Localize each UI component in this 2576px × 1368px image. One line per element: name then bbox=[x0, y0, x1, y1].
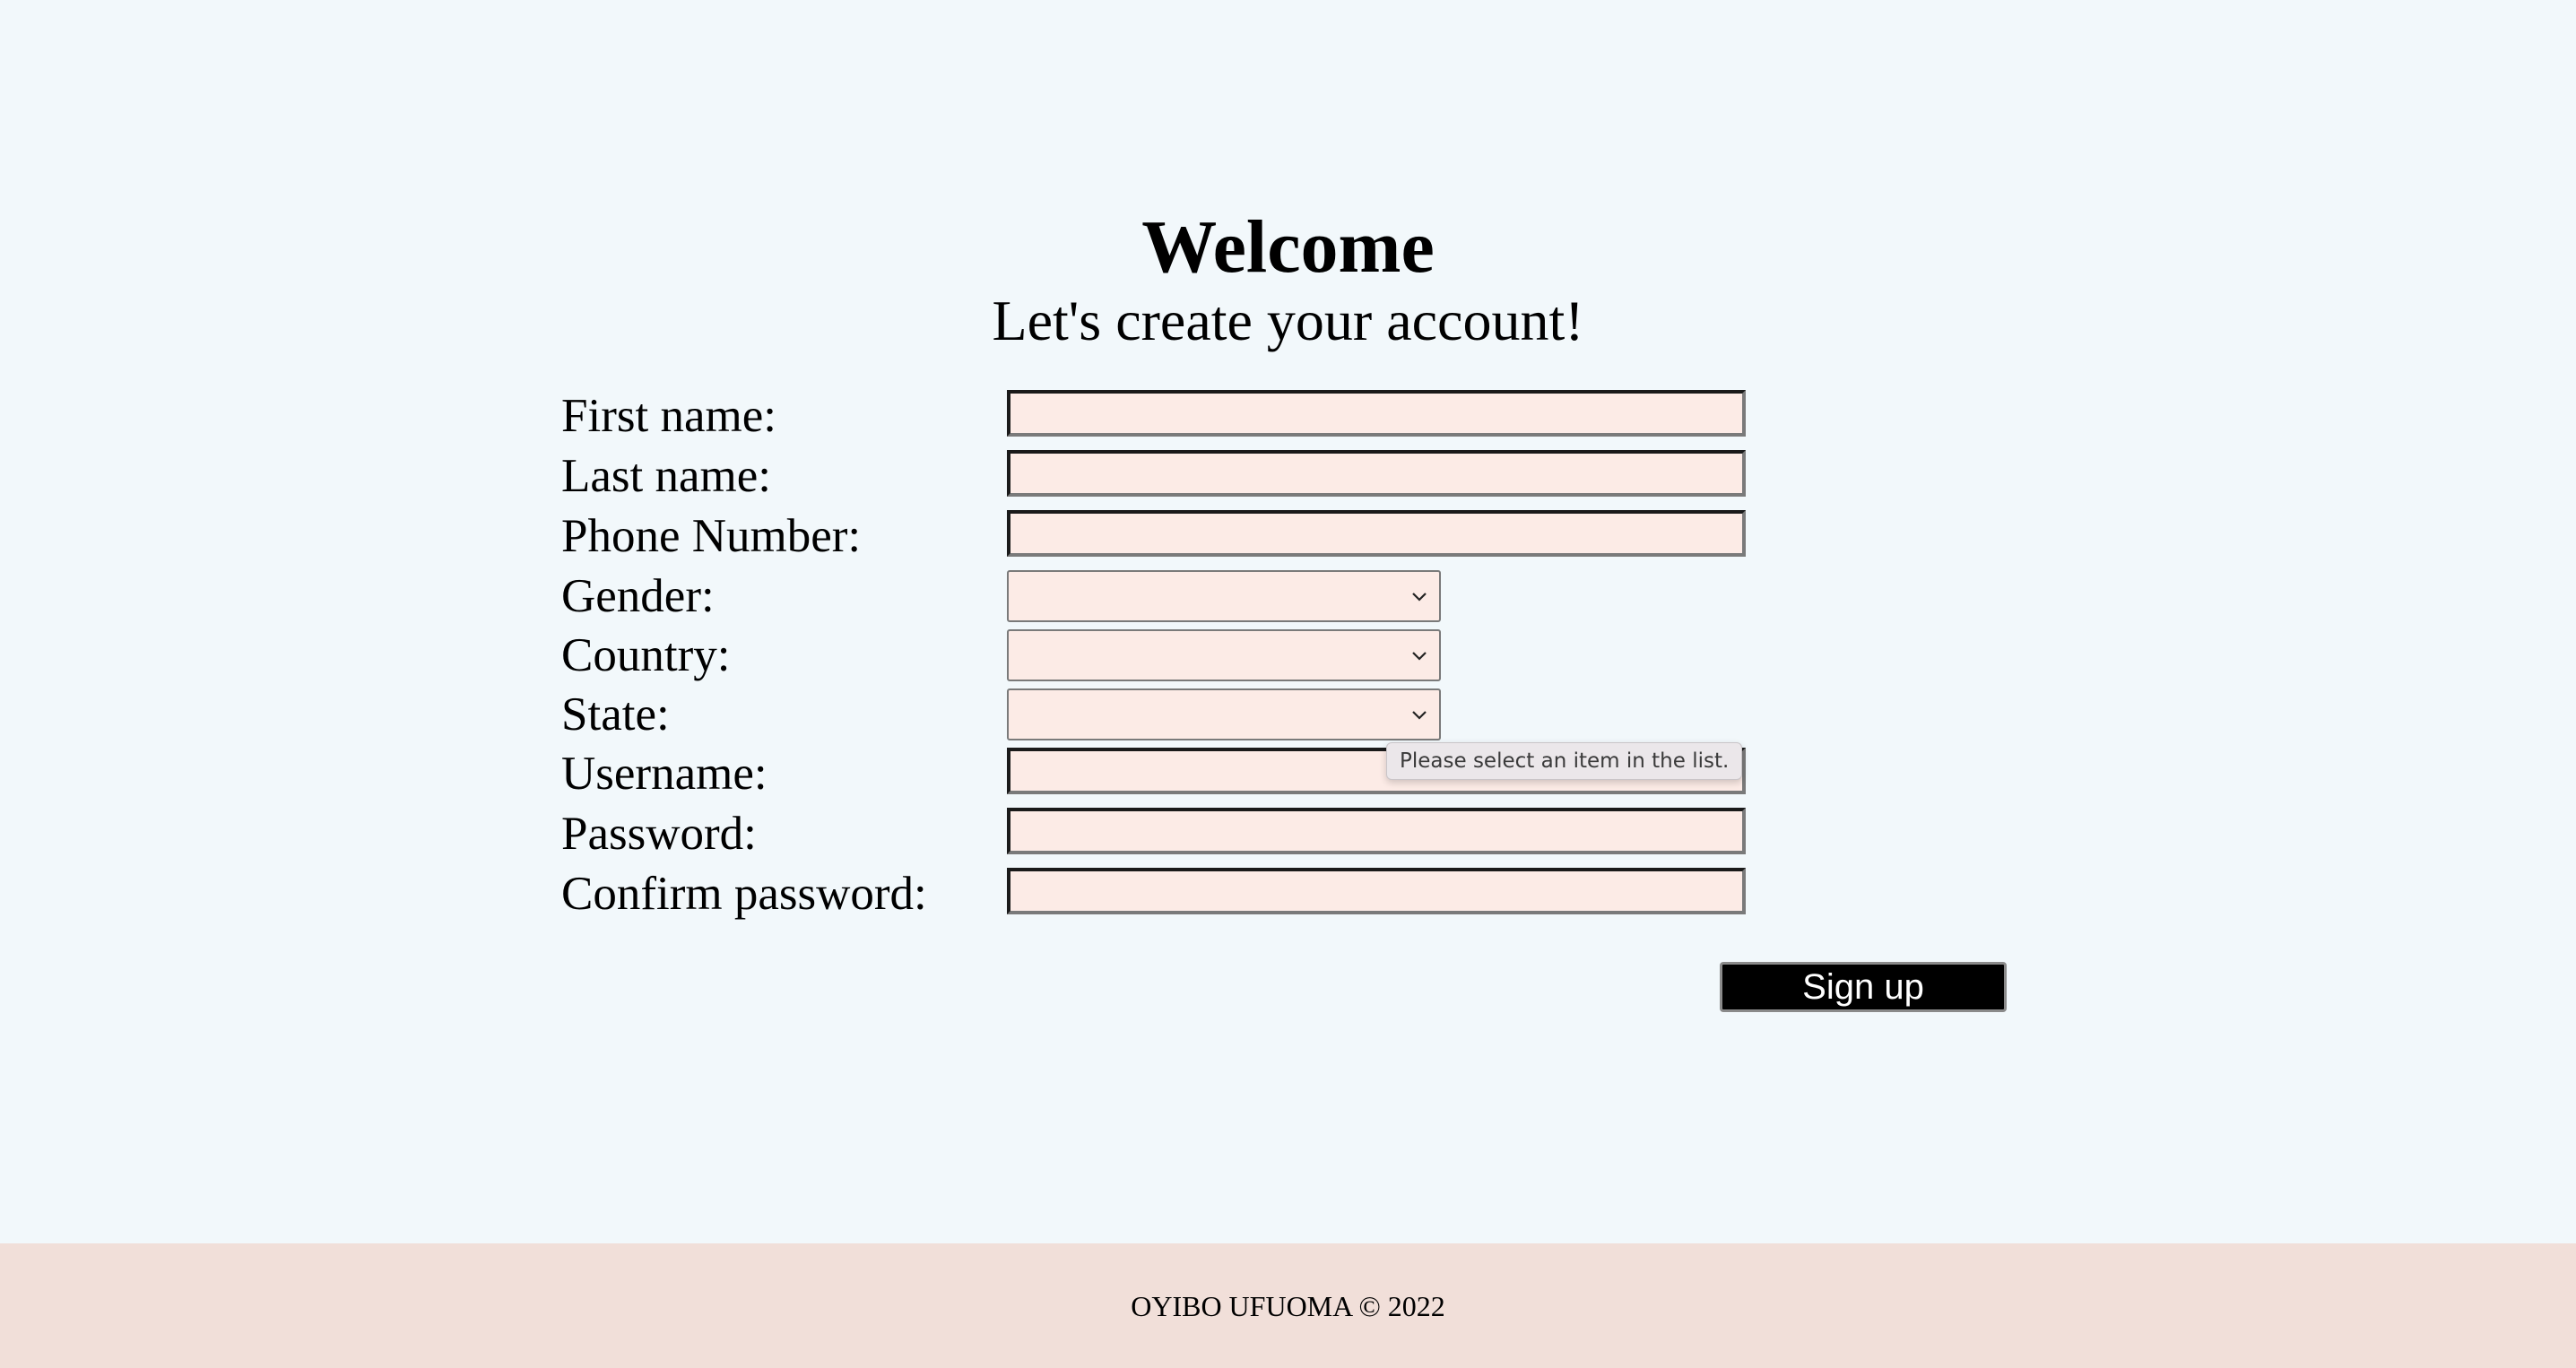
page-subtitle: Let's create your account! bbox=[992, 289, 1584, 352]
signup-page: Welcome Let's create your account! First… bbox=[0, 0, 2576, 1368]
chevron-down-icon bbox=[1412, 593, 1427, 602]
last-name-label: Last name: bbox=[561, 450, 771, 502]
sign-up-button[interactable]: Sign up bbox=[1720, 962, 2007, 1012]
first-name-input[interactable] bbox=[1007, 390, 1746, 437]
chevron-down-icon bbox=[1412, 652, 1427, 661]
username-label: Username: bbox=[561, 748, 768, 800]
state-select[interactable] bbox=[1007, 688, 1441, 740]
gender-select[interactable] bbox=[1007, 570, 1441, 622]
chevron-down-icon bbox=[1412, 711, 1427, 720]
footer-copyright: OYIBO UFUOMA © 2022 bbox=[1131, 1290, 1445, 1322]
footer: OYIBO UFUOMA © 2022 bbox=[0, 1243, 2576, 1368]
phone-number-label: Phone Number: bbox=[561, 510, 862, 562]
confirm-password-label: Confirm password: bbox=[561, 868, 927, 920]
password-label: Password: bbox=[561, 808, 757, 860]
gender-label: Gender: bbox=[561, 570, 715, 622]
last-name-input[interactable] bbox=[1007, 450, 1746, 497]
country-select[interactable] bbox=[1007, 629, 1441, 681]
phone-number-input[interactable] bbox=[1007, 510, 1746, 557]
validation-tooltip: Please select an item in the list. bbox=[1386, 742, 1743, 780]
confirm-password-input[interactable] bbox=[1007, 868, 1746, 914]
page-title: Welcome bbox=[1141, 205, 1435, 289]
state-label: State: bbox=[561, 688, 670, 740]
password-input[interactable] bbox=[1007, 808, 1746, 854]
first-name-label: First name: bbox=[561, 390, 776, 442]
country-label: Country: bbox=[561, 629, 731, 681]
